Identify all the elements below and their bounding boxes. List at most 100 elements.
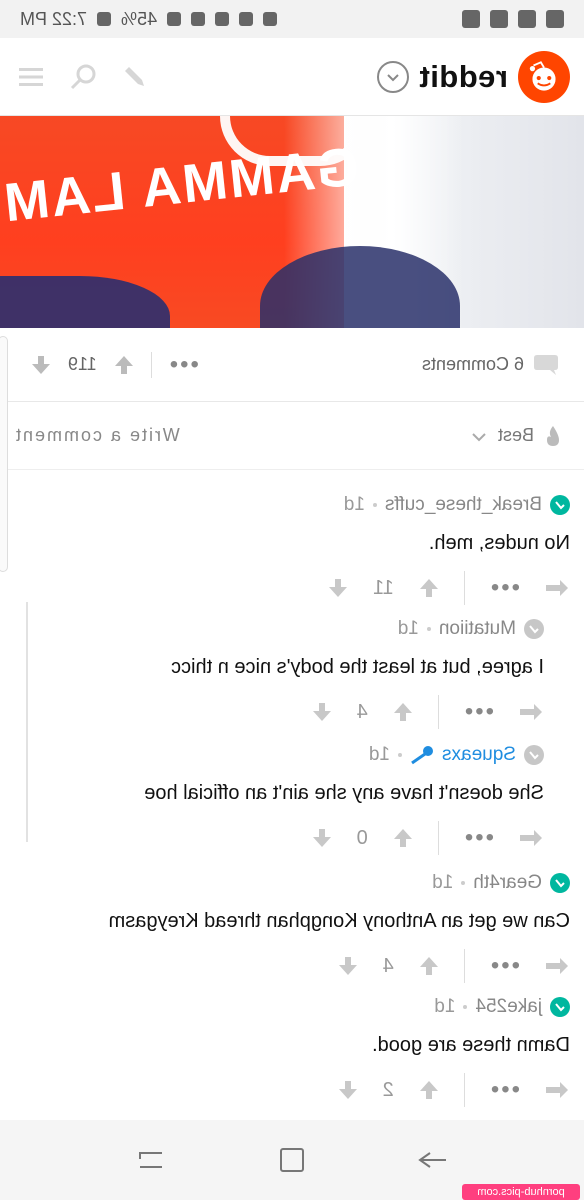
- verified-badge-icon: [550, 873, 570, 893]
- comment-actions: ••• 0: [0, 821, 544, 855]
- meta-dot: [461, 881, 466, 885]
- downvote-icon[interactable]: [311, 701, 333, 723]
- flair-microphone-icon: [411, 746, 434, 765]
- reply-arrow-icon[interactable]: [518, 827, 544, 849]
- status-time: 7:22 PM: [20, 8, 88, 29]
- more-options-icon[interactable]: •••: [489, 574, 520, 602]
- downvote-icon[interactable]: [30, 354, 52, 376]
- comment-age: 1d: [397, 618, 419, 639]
- upvote-icon[interactable]: [418, 577, 440, 599]
- comment-age: 1d: [368, 744, 391, 765]
- divider: [437, 695, 439, 729]
- status-icons-right: 45% 7:22 PM: [20, 8, 278, 30]
- upvote-icon[interactable]: [392, 827, 414, 849]
- sort-label: Best: [497, 425, 534, 445]
- mute-icon: [215, 12, 230, 26]
- comment-body: Damn these are good.: [372, 1034, 570, 1056]
- subreddit-dropdown[interactable]: [376, 60, 409, 93]
- signal-icon: [167, 12, 182, 26]
- watermark: pornhub-pics.com: [462, 1184, 580, 1200]
- battery-icon: [97, 12, 112, 26]
- status-bar: 45% 7:22 PM: [0, 0, 584, 38]
- upvote-icon[interactable]: [418, 955, 440, 977]
- chevron-down-icon: [387, 73, 399, 81]
- comment-author[interactable]: Gear4th: [473, 872, 542, 894]
- verified-badge-icon: [550, 997, 570, 1017]
- reddit-snoo-icon: [518, 50, 570, 103]
- sort-dropdown[interactable]: Best: [470, 425, 562, 447]
- comment-actions: ••• 11: [0, 571, 570, 605]
- downvote-icon[interactable]: [327, 577, 349, 599]
- flame-icon: [547, 425, 559, 446]
- comment-body: She doesn't have any she ain't an offici…: [144, 782, 544, 804]
- comment: Break_these_cuffs 1d No nudes, meh. ••• …: [0, 494, 584, 605]
- more-options-icon[interactable]: •••: [463, 824, 494, 852]
- comment-score: 2: [382, 1078, 394, 1101]
- post-score: 119: [68, 354, 97, 374]
- comment-author[interactable]: Mutatiion: [439, 618, 516, 640]
- notification-icon: [462, 10, 480, 28]
- post-actions: 6 Comments ••• 119: [0, 328, 584, 402]
- comments-link[interactable]: 6 Comments: [422, 354, 560, 376]
- comment-age: 1d: [434, 996, 456, 1017]
- divider: [463, 571, 465, 605]
- recents-nav-icon[interactable]: [134, 1143, 168, 1177]
- reply-arrow-icon[interactable]: [544, 577, 570, 599]
- more-options-icon[interactable]: •••: [489, 1076, 520, 1104]
- comment-author[interactable]: jake254: [475, 996, 542, 1018]
- topbar-actions: [14, 60, 152, 94]
- comment-score: 4: [356, 700, 368, 723]
- compose-pencil-icon[interactable]: [118, 60, 152, 94]
- comments-label: 6 Comments: [421, 354, 524, 374]
- reddit-logo[interactable]: reddit: [376, 50, 570, 103]
- comment-bubble-icon: [534, 354, 558, 375]
- comment-actions: ••• 2: [0, 1073, 570, 1107]
- comment-author[interactable]: Squeaxs: [442, 744, 516, 766]
- reply-arrow-icon[interactable]: [544, 1079, 570, 1101]
- unverified-badge-icon: [524, 745, 544, 765]
- mirrored-page: 45% 7:22 PM reddit GAMMA LAM 6 Comments …: [0, 0, 584, 1200]
- upvote-icon[interactable]: [113, 354, 135, 376]
- home-nav-icon[interactable]: [275, 1143, 309, 1177]
- comment-body: No nudes, meh.: [428, 532, 570, 554]
- unverified-badge-icon: [524, 619, 544, 639]
- post-image[interactable]: GAMMA LAM: [0, 116, 584, 328]
- more-options-icon[interactable]: •••: [463, 698, 494, 726]
- more-options-icon[interactable]: •••: [168, 351, 199, 379]
- comment: Gear4th 1d Can we get an Anthony Kongpha…: [0, 872, 584, 983]
- write-comment-input[interactable]: Write a comment: [14, 425, 180, 446]
- comment-score: 11: [373, 576, 394, 599]
- comment-meta: Gear4th 1d: [0, 872, 570, 894]
- meta-dot: [372, 503, 377, 507]
- comment-actions: ••• 4: [0, 949, 570, 983]
- comment-score: 0: [356, 826, 368, 849]
- reply-arrow-icon[interactable]: [544, 955, 570, 977]
- more-options-icon[interactable]: •••: [489, 952, 520, 980]
- comment-body: I agree, but at least the body's nice n …: [171, 656, 544, 678]
- search-icon[interactable]: [66, 60, 100, 94]
- reply-arrow-icon[interactable]: [518, 701, 544, 723]
- upvote-icon[interactable]: [418, 1079, 440, 1101]
- battery-text: 45%: [121, 8, 158, 29]
- nfc-icon: [239, 12, 254, 26]
- back-nav-icon[interactable]: [416, 1143, 450, 1177]
- downvote-icon[interactable]: [311, 827, 333, 849]
- menu-icon[interactable]: [14, 60, 48, 94]
- comment: Squeaxs 1d She doesn't have any she ain'…: [0, 744, 584, 855]
- wifi-icon: [518, 10, 536, 28]
- image-icon: [546, 10, 564, 28]
- chevron-down-icon: [472, 432, 486, 441]
- post-vote-row: ••• 119: [30, 351, 199, 379]
- comment: Mutatiion 1d I agree, but at least the b…: [0, 618, 584, 729]
- comment-meta: Break_these_cuffs 1d: [0, 494, 570, 516]
- downvote-icon[interactable]: [337, 955, 359, 977]
- comment-age: 1d: [432, 872, 454, 893]
- divider: [437, 821, 439, 855]
- upvote-icon[interactable]: [392, 701, 414, 723]
- comment-body: Can we get an Anthony Kongphan thread Kr…: [108, 910, 570, 932]
- comment-meta: jake254 1d: [0, 996, 570, 1018]
- downvote-icon[interactable]: [337, 1079, 359, 1101]
- comment-author[interactable]: Break_these_cuffs: [385, 494, 542, 516]
- comment-meta: Squeaxs 1d: [0, 744, 544, 766]
- comment: jake254 1d Damn these are good. ••• 2: [0, 996, 584, 1107]
